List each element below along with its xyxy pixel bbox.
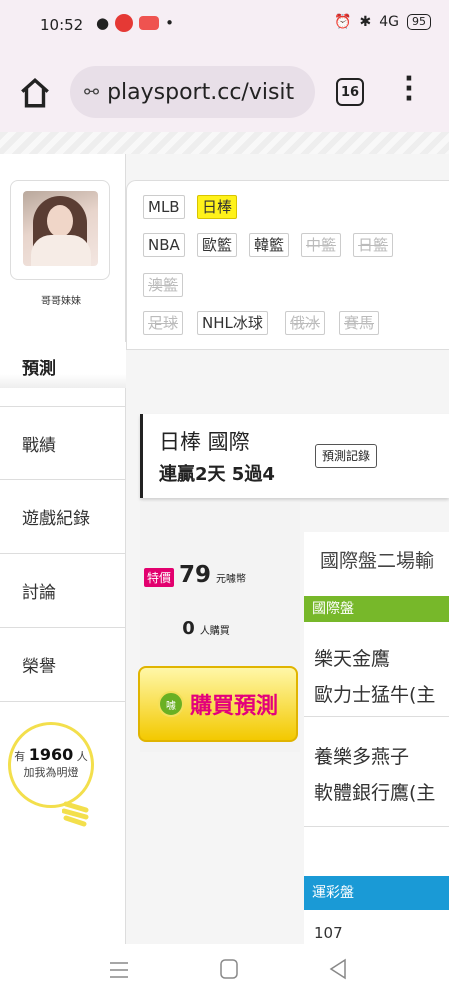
prediction-record-button[interactable]: 預測記錄 (315, 444, 378, 468)
username[interactable]: 哥哥妹妹 (0, 292, 122, 307)
light-button[interactable]: 有 1960 人 加我為明燈 (8, 722, 94, 808)
league-china-basketball: 中籃 (301, 233, 342, 257)
league-japan-baseball[interactable]: 日棒 (197, 195, 238, 219)
league-mlb[interactable]: MLB (143, 195, 185, 219)
divider (0, 132, 449, 154)
buyer-unit: 人購買 (199, 626, 230, 637)
recents-menu-icon[interactable] (108, 960, 130, 980)
clock: 10:52 (40, 16, 84, 34)
app-icon (115, 14, 134, 32)
overflow-menu-icon[interactable]: · · · (404, 66, 414, 112)
bulb-icon (62, 801, 89, 827)
url-text: playsport.cc/visit (107, 79, 295, 105)
nav-game-log[interactable]: 遊戲紀錄 (0, 480, 126, 554)
buy-prediction-button[interactable]: 噱 購買預測 (138, 666, 298, 742)
league-euro-basketball[interactable]: 歐籃 (197, 233, 238, 257)
sos-icon (139, 16, 160, 30)
site-settings-icon[interactable]: ⚯ (84, 82, 99, 103)
section-sports-lottery: 運彩盤 (304, 876, 449, 910)
light-label: 加我為明燈 (23, 766, 79, 779)
league-soccer: 足球 (143, 311, 184, 335)
league-nba[interactable]: NBA (143, 233, 185, 257)
status-bar: 10:52 ● • ⏰ ✱ 4G 95 (0, 0, 449, 52)
browser-toolbar: ⚯ playsport.cc/visit 16 · · · (0, 52, 449, 132)
coin-icon: 噱 (157, 691, 184, 717)
notification-icons: ● • (96, 14, 174, 32)
battery-icon: 95 (407, 14, 431, 30)
home-icon[interactable] (18, 76, 52, 110)
tab-switcher-button[interactable]: 16 (336, 78, 364, 106)
more-dot-icon: • (165, 14, 174, 32)
light-prefix: 有 (14, 750, 26, 763)
prediction-title: 日棒 國際 (159, 430, 250, 454)
nav-honor[interactable]: 榮譽 (0, 628, 126, 702)
league-japan-basketball: 日籃 (353, 233, 394, 257)
system-nav-bar (0, 944, 449, 1000)
sale-badge: 特價 (144, 568, 175, 587)
light-suffix: 人 (76, 750, 88, 763)
match-2-home: 養樂多燕子 (314, 746, 410, 768)
games-title: 國際盤二場輸 (320, 550, 435, 572)
match-partial: 107 (314, 924, 343, 942)
nav-discussion[interactable]: 討論 (0, 554, 126, 628)
back-nav-icon[interactable] (328, 958, 348, 980)
games-panel: 國際盤二場輸 國際盤 樂天金鷹 歐力士猛牛(主 養樂多燕子 軟體銀行鷹(主 運彩… (304, 532, 449, 952)
buy-label: 購買預測 (189, 694, 278, 719)
prediction-streak: 連贏2天 5過4 (159, 464, 275, 485)
prediction-header: 日棒 國際 連贏2天 5過4 預測記錄 (140, 414, 449, 498)
price-amount: 79 (179, 562, 212, 588)
avatar-card[interactable] (10, 180, 110, 280)
address-bar[interactable]: ⚯ playsport.cc/visit (70, 66, 315, 118)
home-nav-icon[interactable] (219, 958, 239, 980)
price: 特價 79 元噱幣 (144, 562, 246, 588)
league-nhl[interactable]: NHL冰球 (197, 311, 268, 335)
league-horse-racing: 賽馬 (339, 311, 380, 335)
match-1-home: 樂天金鷹 (314, 648, 391, 670)
avatar (23, 191, 98, 266)
section-international: 國際盤 (304, 596, 449, 622)
main-content: MLB 日棒 NBA 歐籃 韓籃 中籃 日籃 澳籃 足球 NHL冰球 俄冰 賽馬… (126, 154, 449, 952)
league-aus-basketball: 澳籃 (143, 273, 184, 297)
match-2-away: 軟體銀行鷹(主 (314, 782, 436, 804)
buyer-number: 0 (182, 618, 195, 639)
alarm-icon: ⏰ (334, 14, 352, 30)
bluetooth-icon: ✱ (359, 14, 372, 30)
nav-record[interactable]: 戰績 (0, 406, 126, 480)
league-filter: MLB 日棒 NBA 歐籃 韓籃 中籃 日籃 澳籃 足球 NHL冰球 俄冰 賽馬 (126, 180, 449, 350)
buyer-count: 0 人購買 (156, 618, 256, 639)
price-unit: 元噱幣 (216, 574, 247, 585)
sidebar: 哥哥妹妹 預測 戰績 遊戲紀錄 討論 榮譽 有 1960 人 加我為明燈 (0, 154, 126, 944)
league-korea-basketball[interactable]: 韓籃 (249, 233, 290, 257)
system-icons: ⏰ ✱ 4G 95 (334, 14, 431, 30)
signal-icon: 4G (379, 14, 399, 30)
chat-icon: ● (96, 14, 110, 32)
light-count: 1960 (28, 745, 74, 764)
match-1-away: 歐力士猛牛(主 (314, 684, 436, 706)
league-russia-hockey: 俄冰 (285, 311, 326, 335)
nav-predict[interactable]: 預測 (0, 342, 126, 388)
